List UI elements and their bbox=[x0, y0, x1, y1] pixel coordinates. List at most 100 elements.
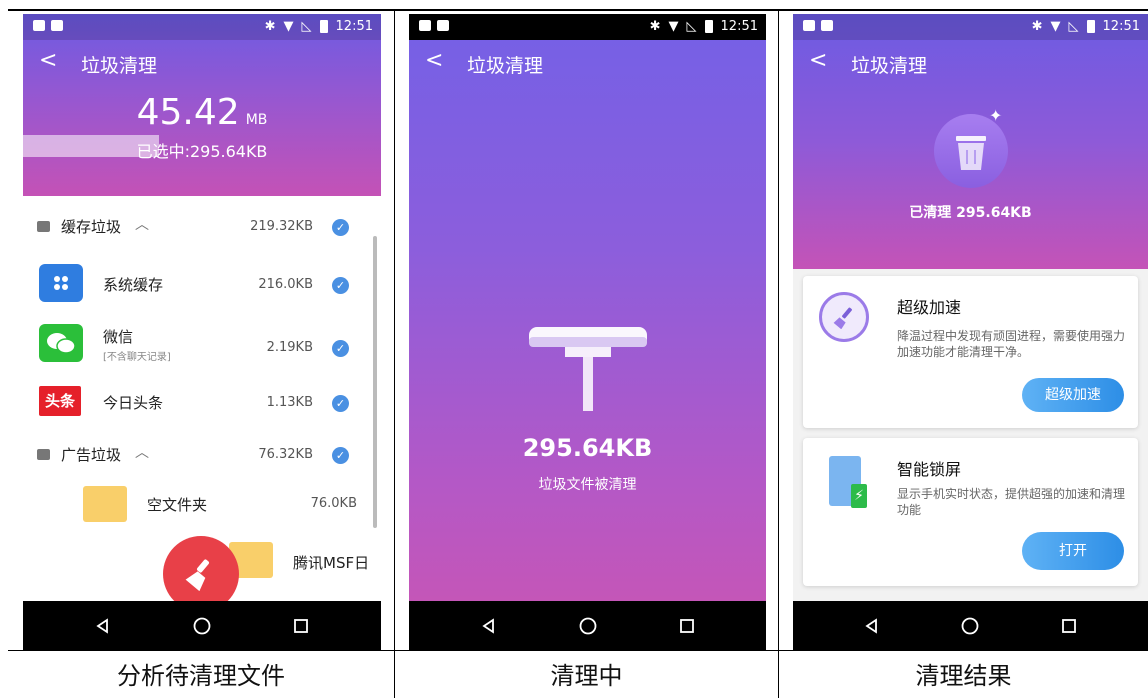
android-icon bbox=[821, 20, 833, 31]
nav-bar bbox=[409, 601, 766, 651]
check-icon[interactable]: ✓ bbox=[332, 340, 349, 357]
image-icon bbox=[33, 20, 45, 31]
folder-size: 76.0KB bbox=[310, 496, 357, 511]
card-title: 智能锁屏 bbox=[897, 460, 962, 479]
title-bar: < 垃圾清理 bbox=[409, 40, 766, 86]
list-item[interactable]: 空文件夹 76.0KB bbox=[23, 480, 373, 536]
check-icon[interactable]: ✓ bbox=[332, 277, 349, 294]
chevron-up-icon[interactable]: ︿ bbox=[135, 214, 149, 234]
total-size-value: 45.42 bbox=[136, 92, 240, 133]
nav-recents-icon[interactable] bbox=[1056, 613, 1082, 639]
group-label: 广告垃圾 bbox=[61, 446, 122, 464]
total-size-unit: MB bbox=[245, 112, 268, 128]
card-description: 降温过程中发现有顽固进程，需要使用强力加速功能才能清理干净。 bbox=[897, 329, 1126, 359]
charging-icon: ⚡ bbox=[851, 484, 867, 508]
cleaned-amount: 295.64KB bbox=[522, 434, 653, 462]
check-icon[interactable]: ✓ bbox=[332, 447, 349, 464]
nav-home-icon[interactable] bbox=[189, 613, 215, 639]
signal-icon: ◺ bbox=[686, 19, 697, 34]
caption-analyze: 分析待清理文件 bbox=[117, 662, 285, 690]
app-name: 系统缓存 bbox=[103, 276, 164, 294]
caption-cleaning: 清理中 bbox=[550, 662, 623, 690]
card-title: 超级加速 bbox=[897, 298, 962, 317]
battery-icon bbox=[704, 20, 713, 33]
system-cache-icon bbox=[39, 264, 83, 302]
app-size: 216.0KB bbox=[258, 277, 313, 292]
nav-back-icon[interactable] bbox=[90, 613, 116, 639]
status-bar: ✱ ▼ ◺ 12:51 bbox=[409, 14, 766, 40]
nav-bar bbox=[793, 601, 1148, 651]
status-time: 12:51 bbox=[1102, 19, 1140, 34]
screen-result: ✱ ▼ ◺ 12:51 < 垃圾清理 ✦ 已清理 295.64KB 超级加速 降温过程… bbox=[793, 14, 1148, 651]
status-bar: ✱ ▼ ◺ 12:51 bbox=[23, 14, 381, 40]
app-subtitle: [不含聊天记录] bbox=[103, 352, 171, 363]
folder-name: 空文件夹 bbox=[147, 496, 208, 514]
screen-cleaning: ✱ ▼ ◺ 12:51 < 垃圾清理 295.64KB 垃圾文件被清理 bbox=[409, 14, 766, 651]
frame-divider-1 bbox=[394, 9, 395, 698]
title-bar: < 垃圾清理 bbox=[793, 40, 1148, 86]
nav-back-icon[interactable] bbox=[859, 613, 885, 639]
group-label: 缓存垃圾 bbox=[61, 218, 122, 236]
android-icon bbox=[437, 20, 449, 31]
group-ads[interactable]: 广告垃圾 ︿ 76.32KB ✓ bbox=[23, 430, 373, 480]
battery-icon bbox=[319, 20, 328, 33]
nav-home-icon[interactable] bbox=[575, 613, 601, 639]
cleaned-label: 垃圾文件被清理 bbox=[538, 477, 637, 493]
cleaning-background bbox=[409, 14, 766, 601]
boost-button[interactable]: 超级加速 bbox=[1022, 378, 1124, 412]
group-size: 219.32KB bbox=[250, 219, 313, 234]
app-size: 1.13KB bbox=[266, 395, 313, 410]
battery-icon bbox=[1086, 20, 1095, 33]
folder-name: 腾讯MSF日 bbox=[293, 554, 370, 572]
ad-group-icon bbox=[37, 449, 50, 460]
scrollbar[interactable] bbox=[373, 236, 377, 528]
wifi-icon: ▼ bbox=[283, 19, 294, 34]
broom-icon bbox=[185, 559, 209, 591]
image-icon bbox=[419, 20, 431, 31]
back-icon[interactable]: < bbox=[809, 50, 827, 72]
check-icon[interactable]: ✓ bbox=[332, 219, 349, 236]
android-icon bbox=[51, 20, 63, 31]
group-size: 76.32KB bbox=[258, 447, 313, 462]
app-name: 微信 bbox=[103, 328, 134, 346]
cleaned-result: 已清理 295.64KB bbox=[909, 205, 1032, 221]
screen-analyze: ✱ ▼ ◺ 12:51 < 垃圾清理 45.42 MB 已选中:295.64KB 缓存垃… bbox=[23, 14, 381, 651]
nav-home-icon[interactable] bbox=[957, 613, 983, 639]
check-icon[interactable]: ✓ bbox=[332, 395, 349, 412]
status-time: 12:51 bbox=[720, 19, 758, 34]
cache-group-icon bbox=[37, 221, 50, 232]
sparkle-icon: ✦ bbox=[989, 106, 1003, 125]
title-bar: < 垃圾清理 bbox=[23, 40, 381, 86]
chevron-up-icon[interactable]: ︿ bbox=[135, 442, 149, 462]
card-lockscreen: ⚡ 智能锁屏 显示手机实时状态，提供超强的加速和清理功能 打开 bbox=[803, 438, 1138, 586]
frame-divider-2 bbox=[778, 9, 779, 698]
signal-icon: ◺ bbox=[1068, 19, 1079, 34]
status-time: 12:51 bbox=[335, 19, 373, 34]
card-description: 显示手机实时状态，提供超强的加速和清理功能 bbox=[897, 487, 1126, 517]
wifi-icon: ▼ bbox=[668, 19, 679, 34]
nav-recents-icon[interactable] bbox=[288, 613, 314, 639]
app-size: 2.19KB bbox=[266, 340, 313, 355]
list-item[interactable]: 头条 今日头条 1.13KB ✓ bbox=[23, 376, 373, 432]
nav-recents-icon[interactable] bbox=[674, 613, 700, 639]
rocket-brush-icon bbox=[819, 292, 869, 342]
list-item[interactable]: 微信 [不含聊天记录] 2.19KB ✓ bbox=[23, 314, 373, 376]
bluetooth-icon: ✱ bbox=[1031, 19, 1043, 34]
group-cache[interactable]: 缓存垃圾 ︿ 219.32KB ✓ bbox=[23, 202, 373, 252]
list-item[interactable]: 系统缓存 216.0KB ✓ bbox=[23, 252, 373, 314]
nav-bar bbox=[23, 601, 381, 651]
caption-result: 清理结果 bbox=[915, 662, 1012, 690]
folder-icon bbox=[83, 486, 127, 522]
wechat-icon bbox=[39, 324, 83, 362]
page-title: 垃圾清理 bbox=[467, 55, 544, 77]
page-title: 垃圾清理 bbox=[851, 55, 928, 77]
back-icon[interactable]: < bbox=[39, 50, 57, 72]
page-title: 垃圾清理 bbox=[81, 55, 158, 77]
nav-back-icon[interactable] bbox=[476, 613, 502, 639]
back-icon[interactable]: < bbox=[425, 50, 443, 72]
bluetooth-icon: ✱ bbox=[649, 19, 661, 34]
open-button[interactable]: 打开 bbox=[1022, 532, 1124, 570]
trash-icon bbox=[934, 114, 1008, 188]
broom-head-icon bbox=[529, 327, 647, 411]
total-size: 45.42 MB bbox=[23, 92, 381, 133]
